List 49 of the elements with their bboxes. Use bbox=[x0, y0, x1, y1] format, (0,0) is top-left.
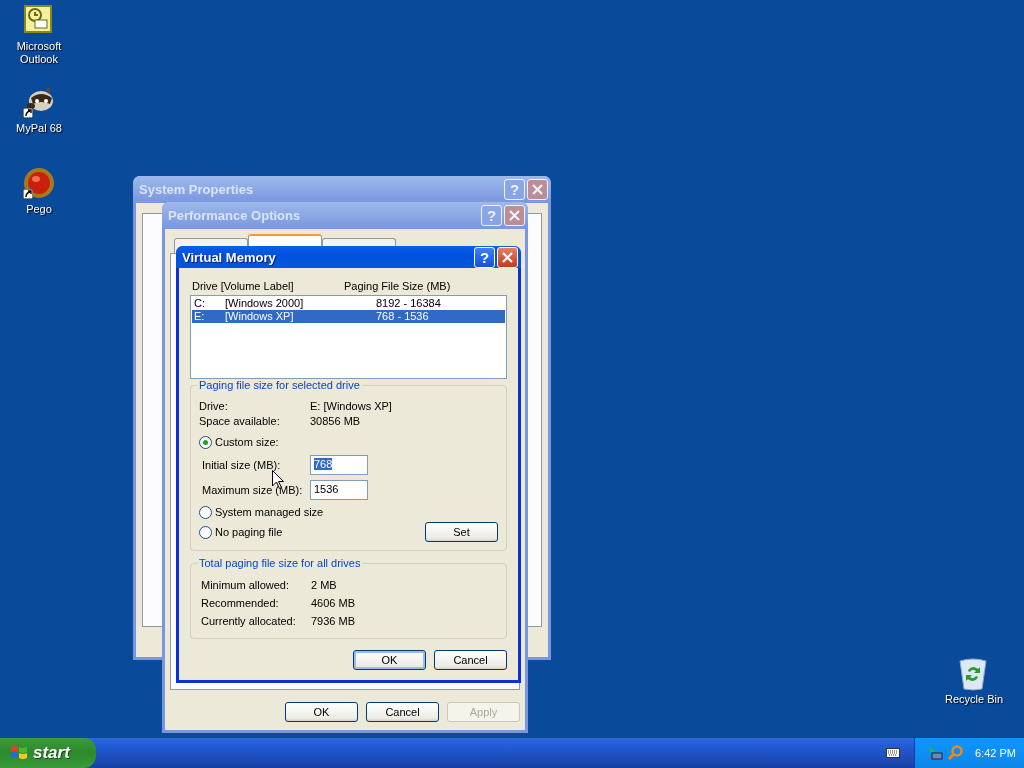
cancel-button[interactable]: Cancel bbox=[434, 650, 507, 670]
drive-row[interactable]: E: [Windows XP] 768 - 1536 bbox=[192, 310, 505, 323]
group-title: Paging file size for selected drive bbox=[197, 379, 362, 391]
info-label: Space available: bbox=[199, 414, 281, 427]
column-header: Paging File Size (MB) bbox=[344, 280, 451, 292]
network-computer-icon[interactable] bbox=[927, 745, 943, 761]
radio-button[interactable] bbox=[199, 505, 212, 519]
info-value: 2 MB bbox=[311, 579, 337, 591]
window-title: System Properties bbox=[139, 182, 255, 197]
drive-list[interactable]: C: [Windows 2000] 8192 - 16384 E: [Windows XP] 768 - 1536 bbox=[190, 295, 507, 379]
group-title: Total paging file size for all drives bbox=[197, 557, 363, 569]
close-icon bbox=[509, 210, 520, 221]
close-button[interactable] bbox=[497, 246, 518, 268]
icon-label[interactable]: Pego bbox=[7, 203, 71, 216]
radio-label[interactable]: Custom size: bbox=[215, 436, 279, 448]
size-field[interactable]: 768 bbox=[310, 454, 368, 475]
ball-icon bbox=[23, 167, 55, 199]
info-label: Recommended: bbox=[201, 597, 280, 609]
keyboard-icon[interactable] bbox=[886, 748, 900, 758]
window-title: Virtual Memory bbox=[182, 249, 277, 265]
window-title: Performance Options bbox=[168, 208, 302, 223]
help-button[interactable]: ? bbox=[474, 246, 495, 268]
info-value: E: [Windows XP] bbox=[310, 399, 392, 412]
icon-label[interactable]: Microsoft Outlook bbox=[7, 40, 71, 66]
field-label: Initial size (MB): bbox=[202, 458, 282, 471]
column-header: Drive [Volume Label] bbox=[192, 280, 295, 292]
radio-button[interactable] bbox=[199, 525, 212, 539]
close-icon bbox=[502, 251, 513, 263]
info-value: 4606 MB bbox=[311, 597, 356, 609]
set-button[interactable]: Set bbox=[425, 522, 498, 542]
radio-label[interactable]: No paging file bbox=[215, 526, 283, 538]
drive-row[interactable]: C: [Windows 2000] 8192 - 16384 bbox=[192, 297, 505, 310]
ok-button[interactable]: OK bbox=[353, 650, 426, 670]
calendar-envelope-icon bbox=[23, 4, 53, 34]
info-value: 30856 MB bbox=[310, 414, 361, 427]
icon-label[interactable]: MyPal 68 bbox=[7, 122, 71, 135]
close-icon bbox=[532, 184, 543, 195]
info-label: Drive: bbox=[199, 399, 229, 412]
radio-button[interactable] bbox=[199, 435, 212, 449]
info-label: Minimum allowed: bbox=[201, 579, 291, 591]
info-value: 7936 MB bbox=[311, 615, 356, 627]
radio-label[interactable]: System managed size bbox=[215, 506, 324, 518]
start-button[interactable]: start bbox=[0, 738, 96, 768]
field-label: Maximum size (MB): bbox=[202, 483, 304, 496]
info-label: Currently allocated: bbox=[201, 615, 297, 627]
size-field[interactable]: 1536 bbox=[310, 479, 368, 500]
recycle-bin-icon bbox=[958, 657, 988, 691]
windows-flag-icon bbox=[10, 744, 28, 762]
icon-label[interactable]: Recycle Bin bbox=[942, 693, 1006, 706]
